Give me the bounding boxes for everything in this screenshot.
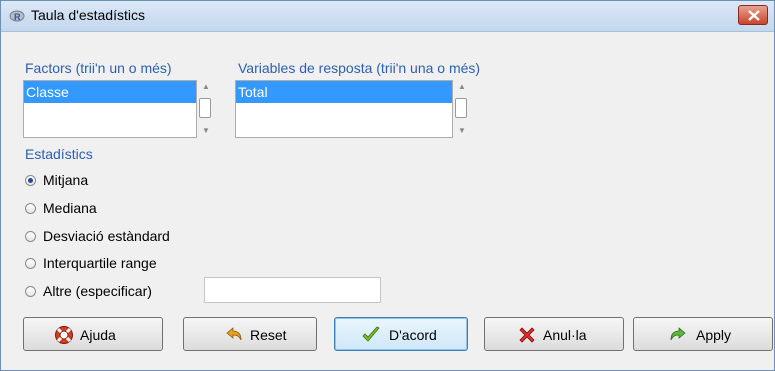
scroll-up-icon[interactable]: ▲ <box>458 82 466 91</box>
responses-listbox[interactable]: Total <box>235 80 453 138</box>
factors-scrollbar[interactable]: ▲ ▼ <box>197 80 215 138</box>
radio-label: Mitjana <box>43 172 89 188</box>
reset-button[interactable]: Reset <box>183 317 317 351</box>
forward-arrow-icon <box>670 327 686 341</box>
ok-button-label: D'acord <box>389 327 437 343</box>
radio-label: Desviació estàndard <box>43 228 170 244</box>
close-button[interactable] <box>738 5 768 25</box>
responses-label: Variables de resposta (trii'n una o més) <box>238 60 481 76</box>
factors-item-classe[interactable]: Classe <box>24 81 196 103</box>
ok-button[interactable]: D'acord <box>334 317 468 351</box>
cancel-button-label: Anul·la <box>543 327 587 343</box>
r-app-icon: R <box>9 10 25 22</box>
checkmark-icon <box>362 326 380 342</box>
other-statistic-input[interactable] <box>204 277 381 303</box>
factors-label: Factors (trii'n un o més) <box>25 60 172 76</box>
lifebuoy-icon <box>55 326 73 344</box>
radio-button[interactable] <box>25 175 36 186</box>
help-button[interactable]: Ajuda <box>23 317 163 351</box>
cancel-button[interactable]: Anul·la <box>484 317 624 351</box>
apply-button[interactable]: Apply <box>633 317 773 351</box>
radio-label: Interquartile range <box>43 255 157 271</box>
svg-text:R: R <box>14 12 21 22</box>
help-button-label: Ajuda <box>80 327 116 343</box>
factors-listbox[interactable]: Classe <box>23 80 197 138</box>
responses-scrollbar[interactable]: ▲ ▼ <box>453 80 471 138</box>
window-title: Taula d'estadístics <box>31 7 145 23</box>
close-icon <box>748 10 760 21</box>
radio-label: Mediana <box>43 200 97 216</box>
radio-button[interactable] <box>25 231 36 242</box>
scroll-up-icon[interactable]: ▲ <box>202 82 210 91</box>
cross-icon <box>519 327 535 343</box>
radio-label: Altre (especificar) <box>43 283 152 299</box>
reset-button-label: Reset <box>250 327 287 343</box>
title-bar[interactable]: R Taula d'estadístics <box>1 1 774 32</box>
radio-button[interactable] <box>25 258 36 269</box>
dialog-window: R Taula d'estadístics Factors (trii'n un… <box>0 0 775 371</box>
scroll-thumb[interactable] <box>199 98 211 118</box>
radio-button[interactable] <box>25 203 36 214</box>
apply-button-label: Apply <box>696 327 732 343</box>
responses-item-total[interactable]: Total <box>236 81 452 103</box>
scroll-down-icon[interactable]: ▼ <box>458 126 466 135</box>
scroll-down-icon[interactable]: ▼ <box>202 126 210 135</box>
scroll-thumb[interactable] <box>455 98 467 118</box>
undo-arrow-icon <box>226 327 242 341</box>
radio-button[interactable] <box>25 286 36 297</box>
statistics-label: Estadístics <box>25 146 93 162</box>
